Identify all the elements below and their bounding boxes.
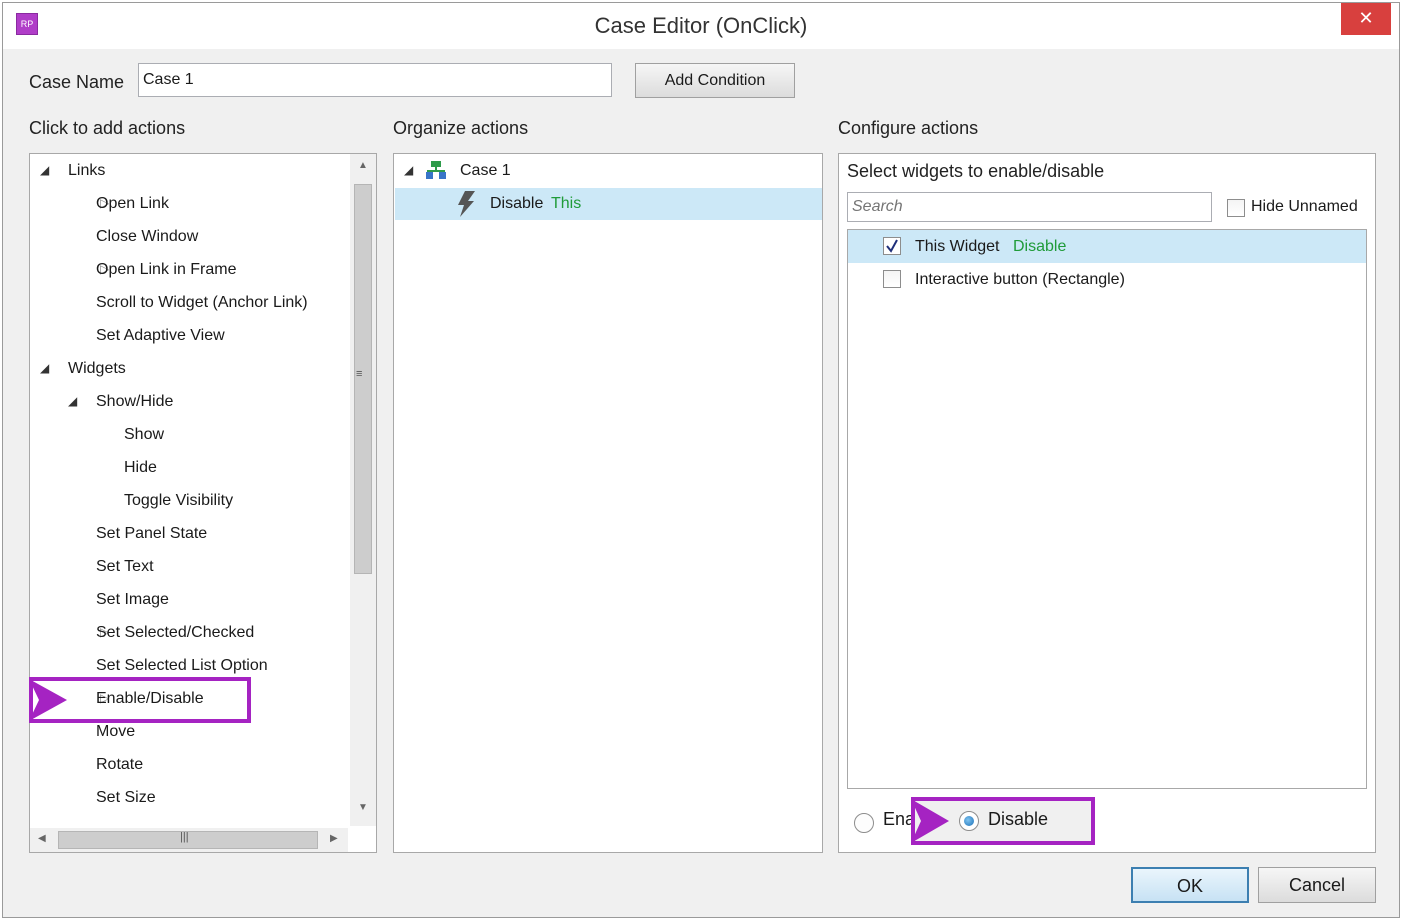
action-tree-panel: ◢ Links ▷ Open Link Close Window ▷ Open Link i… [29, 153, 377, 853]
hide-unnamed-label: Hide Unnamed [1251, 198, 1358, 215]
action-tree-item-label: Scroll to Widget (Anchor Link) [96, 294, 308, 311]
widget-list: This Widget Disable Interactive button (… [847, 229, 1367, 789]
scroll-grip-icon: ≡ [356, 368, 363, 380]
selected-action-row[interactable]: Disable This [395, 188, 822, 220]
expanded-triangle-icon[interactable]: ◢ [68, 385, 77, 418]
configure-actions-panel: Select widgets to enable/disable Hide Un… [838, 153, 1376, 853]
action-tree-item-label: Set Text [96, 558, 154, 575]
add-condition-button[interactable]: Add Condition [635, 63, 795, 98]
action-tree-item-label: Set Adaptive View [96, 327, 225, 344]
disable-radio[interactable] [959, 811, 979, 831]
configure-subheading: Select widgets to enable/disable [847, 161, 1105, 181]
case-label: Case 1 [460, 162, 511, 179]
action-tree-item-label: Rotate [96, 756, 144, 773]
action-tree-item-label: Links [68, 162, 106, 179]
add-actions-heading: Click to add actions [29, 118, 186, 138]
scroll-right-icon[interactable]: ▶ [330, 833, 338, 844]
ok-button[interactable]: OK [1131, 867, 1249, 903]
action-verb: Disable [490, 195, 544, 212]
expanded-triangle-icon: ◢ [404, 163, 414, 177]
scroll-down-icon[interactable]: ▼ [358, 802, 368, 813]
horizontal-scrollbar[interactable]: ◀ ||| ▶ [30, 828, 348, 852]
widget-checkbox-unchecked[interactable] [883, 270, 901, 288]
pointer-arrow-icon [911, 799, 949, 843]
widget-search-input[interactable] [847, 192, 1212, 222]
case-name-input[interactable]: Case 1 [138, 63, 612, 97]
widget-name: This Widget [915, 238, 1000, 255]
scroll-left-icon[interactable]: ◀ [38, 833, 46, 844]
expanded-triangle-icon[interactable]: ◢ [40, 352, 49, 385]
widget-state: Disable [1013, 238, 1067, 255]
hscroll-grip-icon: ||| [180, 831, 189, 843]
action-tree-item-label: Show/Hide [96, 393, 174, 410]
organize-actions-heading: Organize actions [393, 118, 529, 138]
widget-row-interactive-button[interactable]: Interactive button (Rectangle) [848, 263, 1366, 296]
widget-checkbox-checked[interactable] [883, 237, 901, 255]
action-tree-item-label: Set Selected/Checked [96, 624, 255, 641]
action-tree-item-label: Open Link [96, 195, 169, 212]
action-tree-item-label: Show [124, 426, 165, 443]
action-tree-item-label: Set Image [96, 591, 169, 608]
radio-selected-dot [964, 816, 974, 826]
action-target: This [551, 195, 582, 212]
vertical-scrollbar[interactable]: ▲ ≡ ▼ [350, 154, 376, 826]
configure-actions-heading: Configure actions [838, 118, 979, 138]
cancel-button[interactable]: Cancel [1258, 867, 1376, 903]
action-tree-item-label: Toggle Visibility [124, 492, 234, 509]
organize-actions-panel: ◢ Case 1 Disable This [393, 153, 823, 853]
expanded-triangle-icon[interactable]: ◢ [40, 154, 49, 187]
title-bar: RP Case Editor (OnClick) ✕ [3, 3, 1399, 49]
action-tree-item-label: Open Link in Frame [96, 261, 237, 278]
pointer-arrow-icon [29, 679, 67, 721]
case-row[interactable]: ◢ Case 1 [394, 154, 822, 187]
action-tree-item-label: Close Window [96, 228, 199, 245]
window-title: Case Editor (OnClick) [594, 13, 808, 38]
lightning-icon [458, 191, 475, 217]
action-tree-item-label: Hide [124, 459, 157, 476]
widget-name: Interactive button (Rectangle) [915, 271, 1125, 288]
enable-radio[interactable] [854, 813, 874, 833]
case-name-label: Case Name [29, 72, 125, 92]
checkmark-icon [886, 239, 898, 253]
action-tree-item-label: Set Panel State [96, 525, 208, 542]
widget-row-this-widget[interactable]: This Widget Disable [848, 230, 1366, 263]
close-icon: ✕ [1358, 8, 1374, 28]
action-tree-item-label: Widgets [68, 360, 126, 377]
disable-label: Disable [988, 809, 1049, 829]
hide-unnamed-checkbox[interactable] [1227, 199, 1245, 217]
case-icon [426, 161, 446, 179]
case-editor-dialog: RP Case Editor (OnClick) ✕ Case Name Cas… [2, 2, 1400, 918]
scroll-up-icon[interactable]: ▲ [358, 160, 368, 171]
action-tree-item-label: Set Size [96, 789, 156, 806]
close-button[interactable]: ✕ [1341, 3, 1391, 35]
